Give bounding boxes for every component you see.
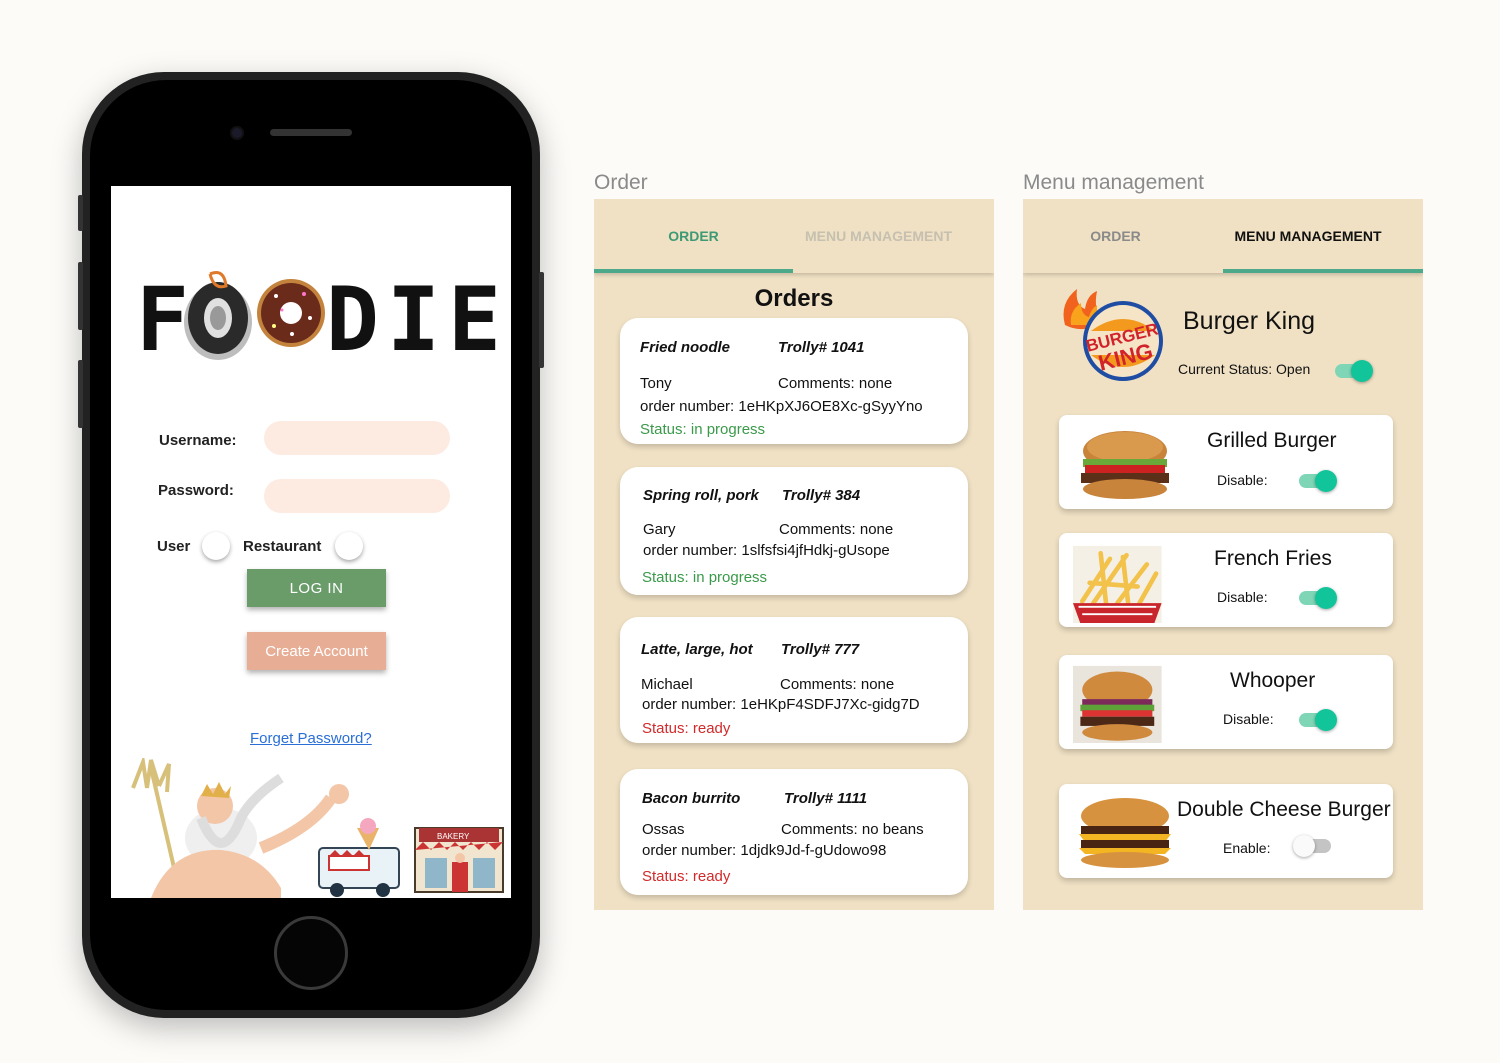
menu-panel-title: Menu management: [1023, 171, 1204, 194]
grilled-burger-image: [1081, 431, 1169, 499]
order-number: order number: 1eHKpF4SDFJ7Xc-gidg7D: [642, 696, 920, 713]
order-trolly: Trolly# 384: [782, 487, 861, 504]
phone-volume-down: [78, 360, 83, 428]
user-radio-label: User: [157, 538, 191, 555]
bakery-sign-text: BAKERY: [437, 832, 470, 841]
menu-item-name: French Fries: [1214, 547, 1332, 570]
menu-item-name: Double Cheese Burger: [1177, 798, 1391, 821]
order-item: Spring roll, pork: [643, 487, 759, 504]
restaurant-radio[interactable]: [335, 532, 363, 560]
order-customer: Ossas: [642, 821, 685, 838]
username-input[interactable]: [264, 421, 450, 455]
phone-power-button: [539, 272, 544, 368]
order-status: Status: ready: [642, 868, 731, 885]
store-status-toggle[interactable]: [1333, 359, 1373, 383]
order-card[interactable]: Latte, large, hot Trolly# 777 Michael Co…: [620, 617, 968, 743]
order-card[interactable]: Spring roll, pork Trolly# 384 Gary Comme…: [620, 467, 968, 595]
order-customer: Michael: [641, 676, 693, 693]
restaurant-name: Burger King: [1183, 307, 1316, 335]
order-item: Bacon burrito: [642, 790, 741, 807]
menu-item-toggle[interactable]: [1297, 469, 1337, 493]
forget-password-link[interactable]: Forget Password?: [250, 730, 372, 747]
order-number: order number: 1djdk9Jd-f-gUdowo98: [642, 842, 887, 859]
orders-heading: Orders: [754, 285, 834, 312]
username-label: Username:: [159, 432, 237, 449]
create-account-button[interactable]: Create Account: [247, 632, 386, 670]
tire-icon: [184, 271, 252, 360]
menu-panel-tab-bar: ORDER MENU MANAGEMENT: [1023, 199, 1423, 273]
tab-order[interactable]: ORDER: [594, 199, 793, 273]
menu-item-card: French Fries Disable:: [1059, 533, 1393, 627]
order-panel-tab-bar: ORDER MENU MANAGEMENT: [594, 199, 994, 273]
menu-item-toggle-label: Enable:: [1223, 840, 1271, 856]
order-status: Status: in progress: [642, 569, 768, 586]
menu-item-card: Whooper Disable:: [1059, 655, 1393, 749]
double-cheese-burger-image: [1079, 798, 1171, 868]
menu-management-panel: ORDER MENU MANAGEMENT BURGER KING Burger…: [1023, 199, 1423, 910]
order-panel: ORDER MENU MANAGEMENT Orders Fried noodl…: [594, 199, 994, 910]
menu-item-toggle[interactable]: [1297, 586, 1337, 610]
menu-item-toggle-label: Disable:: [1217, 589, 1268, 605]
order-panel-title: Order: [594, 171, 648, 194]
order-item: Fried noodle: [640, 339, 730, 356]
current-status-label: Current Status: Open: [1178, 361, 1311, 377]
user-radio[interactable]: [202, 532, 230, 560]
order-status: Status: ready: [642, 720, 731, 737]
order-comments: Comments: none: [778, 375, 893, 392]
speaker-grille: [270, 129, 352, 136]
logo-letters: DIE: [326, 268, 509, 371]
menu-item-toggle[interactable]: [1297, 708, 1337, 732]
login-button[interactable]: LOG IN: [247, 569, 386, 607]
tab-menu-management[interactable]: MENU MANAGEMENT: [1208, 199, 1408, 273]
order-number: order number: 1eHKpXJ6OE8Xc-gSyyYno: [640, 398, 923, 415]
order-comments: Comments: no beans: [781, 821, 924, 838]
password-input[interactable]: [264, 479, 450, 513]
french-fries-image: [1073, 545, 1162, 623]
order-comments: Comments: none: [779, 521, 894, 538]
tab-menu-management[interactable]: MENU MANAGEMENT: [779, 199, 978, 273]
order-trolly: Trolly# 1041: [778, 339, 865, 356]
active-tab-indicator: [594, 269, 793, 273]
whopper-image: [1073, 665, 1162, 743]
order-status: Status: in progress: [640, 421, 766, 438]
home-button[interactable]: [274, 916, 348, 990]
order-item: Latte, large, hot: [641, 641, 753, 658]
phone-side-button: [78, 195, 83, 231]
menu-item-toggle[interactable]: [1293, 834, 1333, 858]
order-customer: Tony: [640, 375, 672, 392]
order-comments: Comments: none: [780, 676, 895, 693]
active-tab-indicator: [1223, 269, 1423, 273]
poseidon-illustration: BAKERY: [131, 758, 504, 898]
order-trolly: Trolly# 1111: [784, 790, 868, 807]
menu-item-name: Whooper: [1230, 669, 1316, 692]
tab-order[interactable]: ORDER: [1023, 199, 1208, 273]
phone-volume-up: [78, 262, 83, 330]
order-card[interactable]: Bacon burrito Trolly# 1111 Ossas Comment…: [620, 769, 968, 895]
menu-item-toggle-label: Disable:: [1217, 472, 1268, 488]
order-trolly: Trolly# 777: [781, 641, 860, 658]
camera-icon: [230, 126, 244, 140]
app-logo: F DIE: [136, 268, 504, 371]
menu-item-card: Grilled Burger Disable:: [1059, 415, 1393, 509]
burger-king-logo: BURGER KING: [1063, 289, 1163, 381]
menu-item-name: Grilled Burger: [1207, 429, 1337, 452]
donut-icon: [257, 279, 325, 347]
order-number: order number: 1slfsfsi4jfHdkj-gUsope: [643, 542, 890, 559]
menu-item-toggle-label: Disable:: [1223, 711, 1274, 727]
order-card[interactable]: Fried noodle Trolly# 1041 Tony Comments:…: [620, 318, 968, 444]
order-customer: Gary: [643, 521, 676, 538]
restaurant-radio-label: Restaurant: [243, 538, 322, 555]
menu-item-card: Double Cheese Burger Enable:: [1059, 784, 1393, 878]
password-label: Password:: [158, 482, 234, 499]
